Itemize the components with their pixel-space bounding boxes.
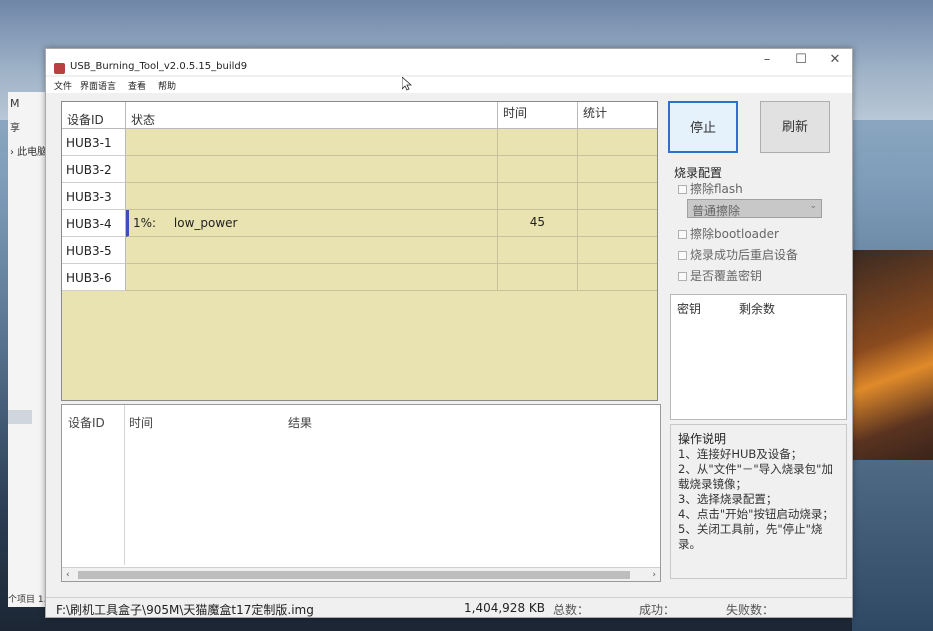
overwrite-key-checkbox[interactable]: 是否覆盖密钥 bbox=[678, 267, 762, 284]
device-stat-cell bbox=[578, 129, 657, 156]
column-header-status[interactable]: 状态 bbox=[126, 102, 498, 129]
instructions-title: 操作说明 bbox=[678, 432, 727, 446]
scroll-right-icon[interactable]: › bbox=[652, 568, 656, 582]
device-stat-cell bbox=[578, 156, 657, 183]
checkbox-box[interactable] bbox=[678, 230, 687, 239]
results-header-time[interactable]: 时间 bbox=[129, 414, 153, 431]
column-divider bbox=[124, 405, 125, 565]
device-table: 设备ID 状态 时间 统计 HUB3-1 HUB3-2 HUB3-3 HUB3-… bbox=[61, 101, 658, 401]
device-stat-cell bbox=[578, 237, 657, 264]
checkbox-box[interactable] bbox=[678, 185, 687, 194]
device-status-cell bbox=[126, 264, 498, 291]
device-row[interactable]: HUB3-5 bbox=[62, 237, 657, 264]
device-row[interactable]: HUB3-2 bbox=[62, 156, 657, 183]
burn-config-title: 烧录配置 bbox=[674, 166, 723, 180]
explorer-selected-item[interactable] bbox=[8, 410, 32, 424]
device-status-cell: 1%: low_power bbox=[126, 210, 498, 237]
device-time-cell bbox=[498, 183, 578, 210]
menu-language[interactable]: 界面语言 bbox=[80, 79, 116, 92]
device-status-cell bbox=[126, 237, 498, 264]
menu-file[interactable]: 文件 bbox=[54, 79, 72, 92]
device-id-cell: HUB3-3 bbox=[62, 183, 126, 210]
menu-help[interactable]: 帮助 bbox=[158, 79, 176, 92]
maximize-button[interactable]: ☐ bbox=[786, 51, 816, 69]
checkbox-box[interactable] bbox=[678, 272, 687, 281]
device-id-cell: HUB3-6 bbox=[62, 264, 126, 291]
explorer-this-pc[interactable]: › 此电脑 bbox=[10, 143, 47, 158]
column-header-device-id[interactable]: 设备ID bbox=[62, 102, 126, 129]
device-row-active[interactable]: HUB3-4 1%: low_power 45 bbox=[62, 210, 657, 237]
app-icon bbox=[54, 63, 65, 74]
key-panel[interactable]: 密钥 剩余数 bbox=[670, 294, 847, 420]
device-time-cell bbox=[498, 237, 578, 264]
desktop-sea bbox=[852, 460, 933, 631]
scrollbar-thumb[interactable] bbox=[78, 571, 630, 579]
instructions-text: 1、连接好HUB及设备； 2、从"文件"－"导入烧录包"加载烧录镜像； 3、选择… bbox=[678, 447, 834, 551]
remaining-column-header: 剩余数 bbox=[739, 302, 776, 316]
status-bar: F:\刷机工具盒子\905M\天猫魔盒t17定制版.img 1,404,928 … bbox=[46, 597, 852, 617]
refresh-button[interactable]: 刷新 bbox=[760, 101, 830, 153]
mouse-pointer-icon bbox=[402, 77, 412, 91]
image-size: 1,404,928 KB bbox=[464, 601, 545, 615]
menu-view[interactable]: 查看 bbox=[128, 79, 146, 92]
device-row[interactable]: HUB3-3 bbox=[62, 183, 657, 210]
horizontal-scrollbar[interactable]: ‹ › bbox=[62, 567, 660, 581]
device-id-cell: HUB3-5 bbox=[62, 237, 126, 264]
erase-bootloader-checkbox[interactable]: 擦除bootloader bbox=[678, 225, 779, 242]
device-time-cell: 45 bbox=[498, 210, 578, 237]
column-header-stats[interactable]: 统计 bbox=[578, 102, 657, 129]
device-id-cell: HUB3-1 bbox=[62, 129, 126, 156]
results-table[interactable]: 设备ID 时间 结果 ‹ › bbox=[61, 404, 661, 582]
instructions-panel: 操作说明 1、连接好HUB及设备； 2、从"文件"－"导入烧录包"加载烧录镜像；… bbox=[670, 424, 847, 579]
image-path: F:\刷机工具盒子\905M\天猫魔盒t17定制版.img bbox=[56, 603, 314, 617]
close-button[interactable]: ✕ bbox=[820, 51, 850, 69]
menu-bar: 文件 界面语言 查看 帮助 bbox=[46, 77, 852, 93]
device-time-cell bbox=[498, 156, 578, 183]
device-stat-cell bbox=[578, 183, 657, 210]
total-count: 总数： bbox=[553, 603, 590, 617]
device-time-cell bbox=[498, 129, 578, 156]
fail-count: 失败数： bbox=[726, 603, 775, 617]
results-header-result[interactable]: 结果 bbox=[288, 414, 312, 431]
device-status-text: 1%: low_power bbox=[133, 216, 238, 230]
checkbox-box[interactable] bbox=[678, 251, 687, 260]
success-count: 成功： bbox=[639, 603, 676, 617]
key-column-header: 密钥 bbox=[677, 302, 702, 316]
erase-mode-select[interactable]: 普通擦除 ⌄ bbox=[687, 199, 822, 218]
scroll-left-icon[interactable]: ‹ bbox=[66, 568, 70, 582]
explorer-title-letter: M bbox=[10, 97, 20, 110]
device-id-cell: HUB3-2 bbox=[62, 156, 126, 183]
column-header-time[interactable]: 时间 bbox=[498, 102, 578, 129]
chevron-down-icon: ⌄ bbox=[809, 201, 817, 211]
results-header-device-id[interactable]: 设备ID bbox=[68, 414, 105, 431]
title-bar[interactable]: USB_Burning_Tool_v2.0.5.15_build9 – ☐ ✕ bbox=[46, 49, 852, 75]
window-title: USB_Burning_Tool_v2.0.5.15_build9 bbox=[70, 61, 248, 72]
device-row[interactable]: HUB3-1 bbox=[62, 129, 657, 156]
device-stat-cell bbox=[578, 210, 657, 237]
device-time-cell bbox=[498, 264, 578, 291]
desktop-rock bbox=[852, 250, 933, 480]
minimize-button[interactable]: – bbox=[752, 51, 782, 69]
erase-bootloader-label: 擦除bootloader bbox=[690, 227, 779, 241]
device-stat-cell bbox=[578, 264, 657, 291]
device-id-cell: HUB3-4 bbox=[62, 210, 126, 237]
erase-mode-value: 普通擦除 bbox=[692, 204, 741, 218]
overwrite-key-label: 是否覆盖密钥 bbox=[690, 269, 763, 283]
device-row[interactable]: HUB3-6 bbox=[62, 264, 657, 291]
device-status-cell bbox=[126, 129, 498, 156]
reboot-after-checkbox[interactable]: 烧录成功后重启设备 bbox=[678, 246, 798, 263]
erase-flash-checkbox[interactable]: 擦除flash bbox=[678, 180, 743, 197]
stop-button[interactable]: 停止 bbox=[668, 101, 738, 153]
device-status-cell bbox=[126, 156, 498, 183]
erase-flash-label: 擦除flash bbox=[690, 182, 743, 196]
device-status-cell bbox=[126, 183, 498, 210]
usb-burning-tool-window: USB_Burning_Tool_v2.0.5.15_build9 – ☐ ✕ … bbox=[45, 48, 853, 618]
explorer-share-tab[interactable]: 享 bbox=[10, 119, 20, 134]
reboot-after-label: 烧录成功后重启设备 bbox=[690, 248, 799, 262]
